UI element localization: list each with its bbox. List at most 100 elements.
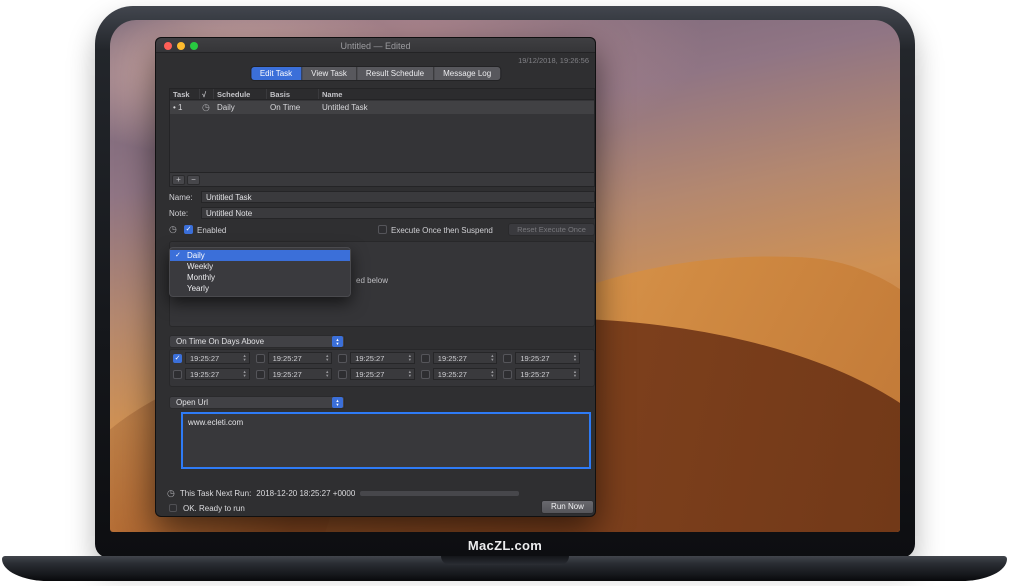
execute-once-label: Execute Once then Suspend [391, 226, 493, 235]
time-input[interactable]: 19:25:27 ▲▼ [268, 368, 333, 380]
laptop-base-notch [441, 556, 569, 565]
menu-item-label: Yearly [187, 284, 209, 293]
time-slot: 19:25:27 ▲▼ [421, 352, 498, 364]
time-stepper-icon[interactable]: ▲▼ [573, 354, 577, 362]
time-value: 19:25:27 [190, 370, 219, 379]
time-checkbox[interactable] [338, 354, 347, 363]
time-stepper-icon[interactable]: ▲▼ [408, 354, 412, 362]
window-title: Untitled — Edited [156, 41, 595, 51]
window-titlebar[interactable]: Untitled — Edited [156, 38, 595, 53]
time-input[interactable]: 19:25:27 ▲▼ [350, 352, 415, 364]
down-arrow-icon: ▼ [336, 403, 340, 407]
time-stepper-icon[interactable]: ▲▼ [573, 370, 577, 378]
time-checkbox[interactable] [173, 370, 182, 379]
time-checkbox[interactable] [503, 370, 512, 379]
remove-task-button[interactable]: − [187, 175, 200, 185]
table-header: Task √ Schedule Basis Name [170, 89, 594, 100]
tab-edit-task[interactable]: Edit Task [251, 67, 302, 80]
time-input[interactable]: 19:25:27 ▲▼ [185, 368, 250, 380]
time-slot: ✓ 19:25:27 ▲▼ [173, 352, 250, 364]
down-arrow-icon: ▼ [325, 358, 329, 362]
clock-icon: ◷ [167, 488, 175, 499]
time-checkbox[interactable]: ✓ [173, 354, 182, 363]
clock-icon: ◷ [200, 102, 214, 113]
column-check[interactable]: √ [200, 89, 214, 99]
time-checkbox[interactable] [338, 370, 347, 379]
time-row-2: 19:25:27 ▲▼ 19:25:27 ▲▼ [173, 368, 580, 380]
app-window: Untitled — Edited 19/12/2018, 19:26:56 E… [155, 37, 596, 517]
url-textarea[interactable]: www.ecleti.com [181, 412, 591, 469]
table-row[interactable]: • 1 ◷ Daily On Time Untitled Task [170, 101, 594, 114]
action-popup[interactable]: Open Url ▲▼ [169, 396, 345, 409]
time-stepper-icon[interactable]: ▲▼ [490, 370, 494, 378]
time-slot: 19:25:27 ▲▼ [256, 352, 333, 364]
laptop-lid: Untitled — Edited 19/12/2018, 19:26:56 E… [95, 6, 915, 558]
popup-stepper-icon: ▲▼ [332, 336, 343, 347]
status-text: OK. Ready to run [183, 504, 245, 513]
menu-item-weekly[interactable]: Weekly [170, 261, 350, 272]
time-value: 19:25:27 [355, 354, 384, 363]
down-arrow-icon: ▼ [490, 374, 494, 378]
time-value: 19:25:27 [438, 354, 467, 363]
time-checkbox[interactable] [503, 354, 512, 363]
down-arrow-icon: ▼ [573, 374, 577, 378]
time-input[interactable]: 19:25:27 ▲▼ [515, 352, 580, 364]
brand-label: MacZL.com [95, 538, 915, 553]
time-slot: 19:25:27 ▲▼ [173, 368, 250, 380]
note-input[interactable] [201, 207, 595, 219]
tab-result-schedule[interactable]: Result Schedule [357, 67, 434, 80]
menu-item-daily[interactable]: ✓ Daily [170, 250, 350, 261]
note-label: Note: [169, 209, 188, 218]
time-input[interactable]: 19:25:27 ▲▼ [433, 368, 498, 380]
time-input[interactable]: 19:25:27 ▲▼ [515, 368, 580, 380]
time-stepper-icon[interactable]: ▲▼ [243, 370, 247, 378]
run-now-button[interactable]: Run Now [541, 500, 594, 514]
next-run-label: This Task Next Run: [180, 489, 251, 498]
time-slot: 19:25:27 ▲▼ [338, 368, 415, 380]
time-mode-popup[interactable]: On Time On Days Above ▲▼ [169, 335, 345, 348]
time-input[interactable]: 19:25:27 ▲▼ [350, 368, 415, 380]
time-checkbox[interactable] [421, 354, 430, 363]
down-arrow-icon: ▼ [408, 374, 412, 378]
status-row: OK. Ready to run [169, 502, 245, 514]
time-slot: 19:25:27 ▲▼ [503, 352, 580, 364]
table-footer: + − [170, 172, 594, 186]
action-value: Open Url [170, 398, 332, 407]
time-checkbox[interactable] [421, 370, 430, 379]
time-value: 19:25:27 [355, 370, 384, 379]
schedule-hint-fragment: ed below [356, 276, 388, 285]
time-checkbox[interactable] [256, 370, 265, 379]
time-input[interactable]: 19:25:27 ▲▼ [268, 352, 333, 364]
tab-message-log[interactable]: Message Log [434, 67, 500, 80]
time-checkbox[interactable] [256, 354, 265, 363]
menu-item-yearly[interactable]: Yearly [170, 283, 350, 294]
column-task[interactable]: Task [170, 89, 200, 99]
down-arrow-icon: ▼ [243, 374, 247, 378]
execute-once-checkbox[interactable] [378, 225, 387, 234]
enabled-checkbox[interactable]: ✓ [184, 225, 193, 234]
time-input[interactable]: 19:25:27 ▲▼ [433, 352, 498, 364]
tab-view-task[interactable]: View Task [302, 67, 357, 80]
time-stepper-icon[interactable]: ▲▼ [243, 354, 247, 362]
down-arrow-icon: ▼ [408, 358, 412, 362]
name-input[interactable] [201, 191, 595, 203]
down-arrow-icon: ▼ [243, 358, 247, 362]
menu-item-monthly[interactable]: Monthly [170, 272, 350, 283]
menu-item-label: Monthly [187, 273, 215, 282]
reset-execute-once-button[interactable]: Reset Execute Once [508, 223, 595, 236]
time-value: 19:25:27 [190, 354, 219, 363]
add-task-button[interactable]: + [172, 175, 185, 185]
column-name[interactable]: Name [319, 89, 594, 99]
time-slot: 19:25:27 ▲▼ [338, 352, 415, 364]
column-basis[interactable]: Basis [267, 89, 319, 99]
time-stepper-icon[interactable]: ▲▼ [490, 354, 494, 362]
time-input[interactable]: 19:25:27 ▲▼ [185, 352, 250, 364]
time-stepper-icon[interactable]: ▲▼ [325, 354, 329, 362]
tab-bar: Edit Task View Task Result Schedule Mess… [250, 66, 501, 81]
schedule-dropdown-menu: ✓ Daily Weekly Monthly Yearly [169, 247, 351, 297]
column-schedule[interactable]: Schedule [214, 89, 267, 99]
time-row-1: ✓ 19:25:27 ▲▼ 19:25:27 ▲▼ [173, 352, 580, 364]
time-stepper-icon[interactable]: ▲▼ [325, 370, 329, 378]
time-stepper-icon[interactable]: ▲▼ [408, 370, 412, 378]
status-indicator[interactable] [169, 504, 177, 512]
